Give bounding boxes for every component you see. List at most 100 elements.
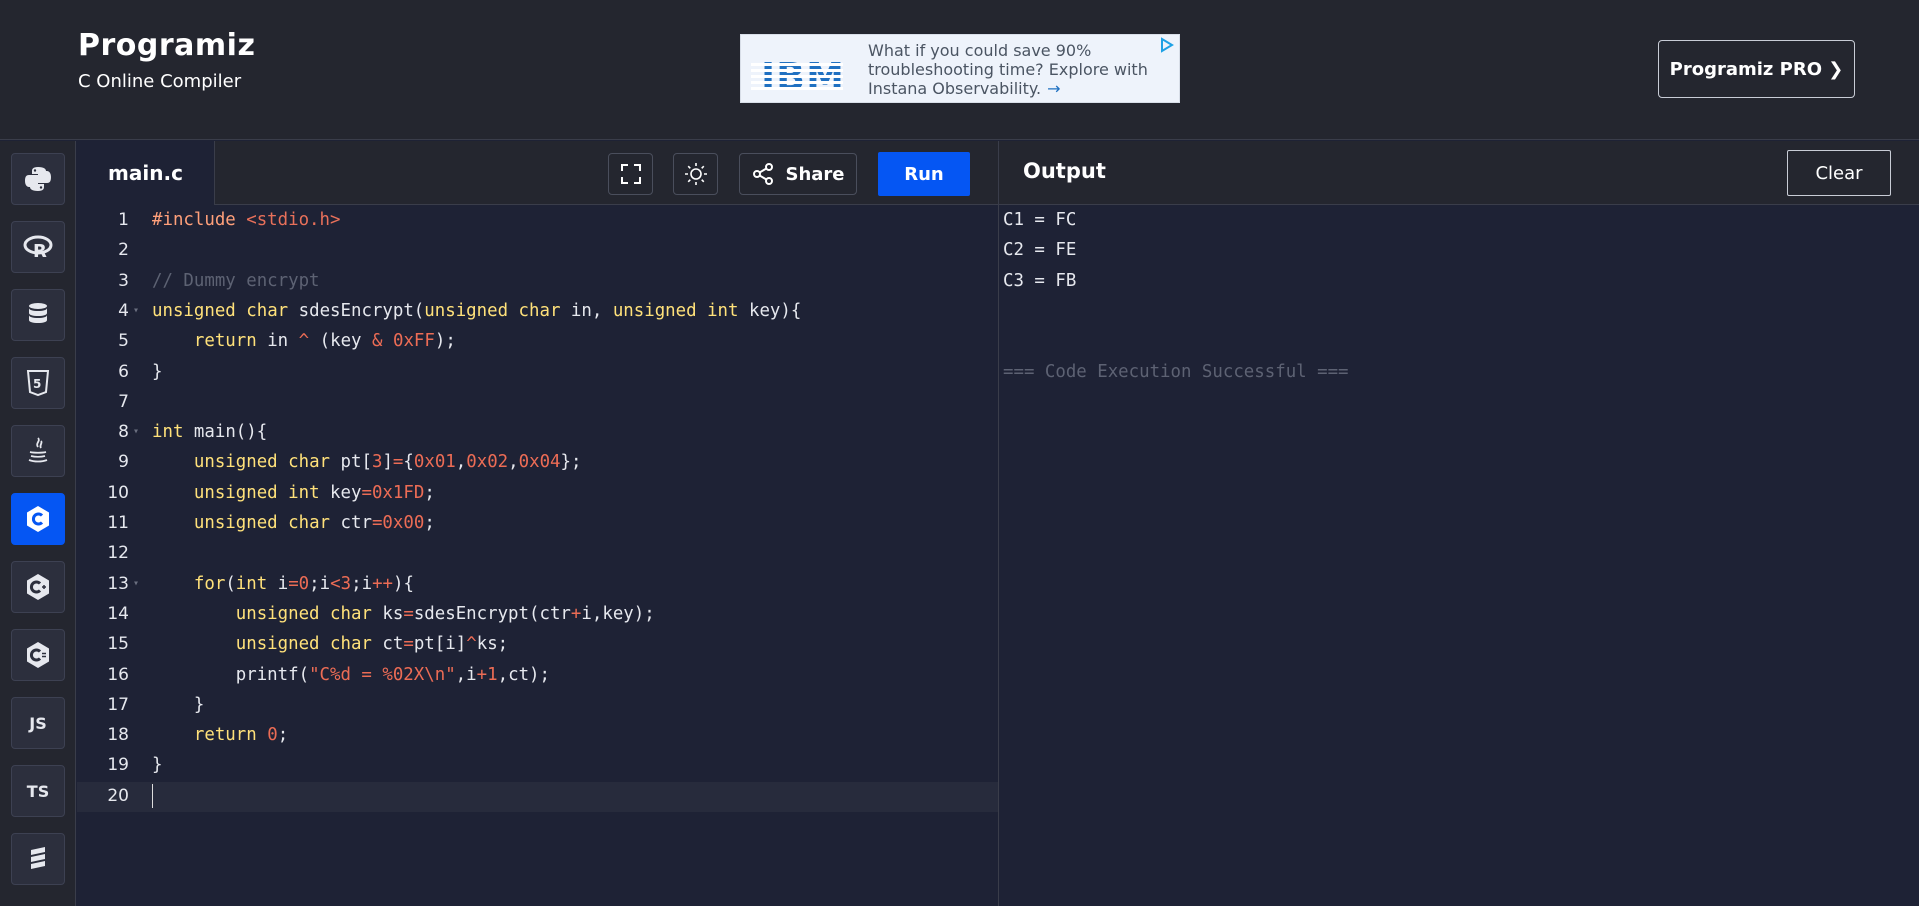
- fullscreen-icon: [620, 164, 641, 184]
- sidebar-item-js[interactable]: JS: [11, 697, 65, 749]
- ibm-logo: IBM: [751, 47, 844, 97]
- code-text: unsigned char sdesEncrypt(unsigned char …: [152, 300, 802, 321]
- adchoices-icon[interactable]: [1159, 37, 1175, 53]
- sidebar-item-cpp[interactable]: [11, 561, 65, 613]
- run-button[interactable]: Run: [878, 152, 970, 196]
- line-number: 19: [107, 755, 129, 776]
- code-line[interactable]: 6}: [77, 358, 998, 388]
- programiz-pro-button[interactable]: Programiz PRO ❯: [1658, 40, 1855, 98]
- text-cursor: [152, 783, 153, 808]
- share-button[interactable]: Share: [739, 153, 857, 195]
- page-subtitle: C Online Compiler: [78, 71, 242, 92]
- output-console: C1 = FC C2 = FE C3 = FB === Code Execution …: [1003, 206, 1913, 906]
- c-icon: [27, 506, 49, 532]
- execution-status: === Code Execution Successful ===: [1003, 361, 1349, 382]
- sidebar-item-sql[interactable]: [11, 289, 65, 341]
- sidebar-item-csharp[interactable]: [11, 629, 65, 681]
- sidebar-item-c[interactable]: [11, 493, 65, 545]
- code-line[interactable]: 12: [77, 539, 998, 569]
- code-text: }: [152, 755, 163, 776]
- fold-toggle-icon[interactable]: ▾: [133, 418, 139, 446]
- line-number: 18: [107, 725, 129, 746]
- code-line[interactable]: 13 ▾ for(int i=0;i<3;i++){: [77, 570, 998, 600]
- sidebar-item-ts[interactable]: TS: [11, 765, 65, 817]
- code-line[interactable]: 17 }: [77, 691, 998, 721]
- language-sidebar: R 5 JS TS: [0, 141, 76, 906]
- code-editor[interactable]: 1 #include <stdio.h> 2 3// Dummy encrypt 4 ▾ u…: [77, 206, 998, 906]
- code-line[interactable]: 8 ▾ int main(){: [77, 418, 998, 448]
- ibm-advertisement[interactable]: IBM What if you could save 90% troublesh…: [740, 34, 1180, 103]
- html5-icon: 5: [26, 370, 50, 397]
- line-number: 10: [107, 482, 129, 503]
- svg-text:5: 5: [33, 377, 41, 391]
- line-number: 4: [118, 300, 129, 321]
- code-line[interactable]: 11 unsigned char ctr=0x00;: [77, 509, 998, 539]
- code-line[interactable]: 2: [77, 236, 998, 266]
- ad-text[interactable]: What if you could save 90% troubleshooti…: [868, 41, 1153, 98]
- sidebar-item-swift[interactable]: [11, 833, 65, 885]
- theme-toggle-button[interactable]: [673, 153, 718, 195]
- code-text: // Dummy encrypt: [152, 270, 320, 291]
- line-number: 6: [118, 361, 129, 382]
- code-line[interactable]: 14 unsigned char ks=sdesEncrypt(ctr+i,ke…: [77, 600, 998, 630]
- line-number: 13: [107, 573, 129, 594]
- code-text: unsigned char pt[3]={0x01,0x02,0x04};: [193, 452, 582, 473]
- top-header: Programiz C Online Compiler IBM What if …: [0, 0, 1919, 140]
- code-line[interactable]: 5 return in ^ (key & 0xFF);: [77, 327, 998, 357]
- code-text: return 0;: [193, 725, 289, 746]
- sidebar-item-python[interactable]: [11, 153, 65, 205]
- code-text: unsigned char ct=pt[i]^ks;: [235, 634, 509, 655]
- sun-icon: [684, 163, 707, 185]
- line-number: 17: [107, 694, 129, 715]
- code-text: }: [193, 694, 205, 715]
- tab-main-c[interactable]: main.c: [77, 141, 215, 205]
- editor-toolbar: main.c Share Run: [77, 141, 998, 205]
- code-line[interactable]: 19}: [77, 751, 998, 781]
- fullscreen-button[interactable]: [608, 153, 653, 195]
- share-icon: [753, 163, 774, 185]
- sidebar-item-html[interactable]: 5: [11, 357, 65, 409]
- code-text: unsigned char ctr=0x00;: [193, 513, 435, 533]
- code-line[interactable]: 1 #include <stdio.h>: [77, 206, 998, 236]
- line-number: 8: [118, 422, 129, 443]
- code-line[interactable]: 4 ▾ unsigned char sdesEncrypt(unsigned cha…: [77, 297, 998, 327]
- code-line[interactable]: 15 unsigned char ct=pt[i]^ks;: [77, 630, 998, 660]
- programiz-logo[interactable]: Programiz: [78, 28, 255, 63]
- line-number: 1: [118, 210, 129, 230]
- code-line[interactable]: 3 // Dummy encrypt: [77, 267, 998, 297]
- code-line[interactable]: 18 return 0;: [77, 721, 998, 751]
- output-header: Output Clear: [999, 141, 1919, 205]
- code-text: #include <stdio.h>: [152, 210, 341, 230]
- code-text: unsigned char ks=sdesEncrypt(ctr+i,key);: [235, 603, 655, 624]
- sidebar-item-r[interactable]: R: [11, 221, 65, 273]
- ad-message: What if you could save 90% troubleshooti…: [868, 41, 1148, 98]
- line-number: 2: [118, 240, 129, 261]
- fold-toggle-icon[interactable]: ▾: [133, 297, 139, 325]
- code-text: }: [152, 361, 163, 382]
- line-number: 14: [107, 603, 129, 624]
- code-text: int main(){: [152, 422, 268, 443]
- line-number: 15: [107, 634, 129, 655]
- code-text: return in ^ (key & 0xFF);: [193, 331, 456, 352]
- fold-toggle-icon[interactable]: ▾: [133, 570, 139, 598]
- code-line[interactable]: 10 unsigned int key=0x1FD;: [77, 479, 998, 509]
- code-text: [152, 782, 153, 810]
- sidebar-item-java[interactable]: [11, 425, 65, 477]
- output-line: C1 = FC: [1003, 210, 1077, 230]
- clear-button[interactable]: Clear: [1787, 150, 1891, 196]
- line-number: 9: [118, 452, 129, 473]
- line-number: 20: [107, 785, 129, 806]
- panel-divider[interactable]: [998, 141, 999, 906]
- code-line[interactable]: 9 unsigned char pt[3]={0x01,0x02,0x04};: [77, 448, 998, 478]
- share-label: Share: [785, 163, 845, 185]
- code-line[interactable]: 7: [77, 388, 998, 418]
- java-icon: [28, 437, 48, 463]
- line-number: 12: [107, 543, 129, 564]
- python-icon: [25, 167, 51, 191]
- output-title: Output: [1023, 159, 1106, 183]
- brand[interactable]: Programiz C Online Compiler: [78, 28, 255, 92]
- code-line[interactable]: 16 printf("C%d = %02X\n",i+1,ct);: [77, 661, 998, 691]
- code-line[interactable]: 20: [77, 781, 998, 812]
- line-number: 7: [118, 391, 129, 412]
- line-number: 16: [107, 664, 129, 685]
